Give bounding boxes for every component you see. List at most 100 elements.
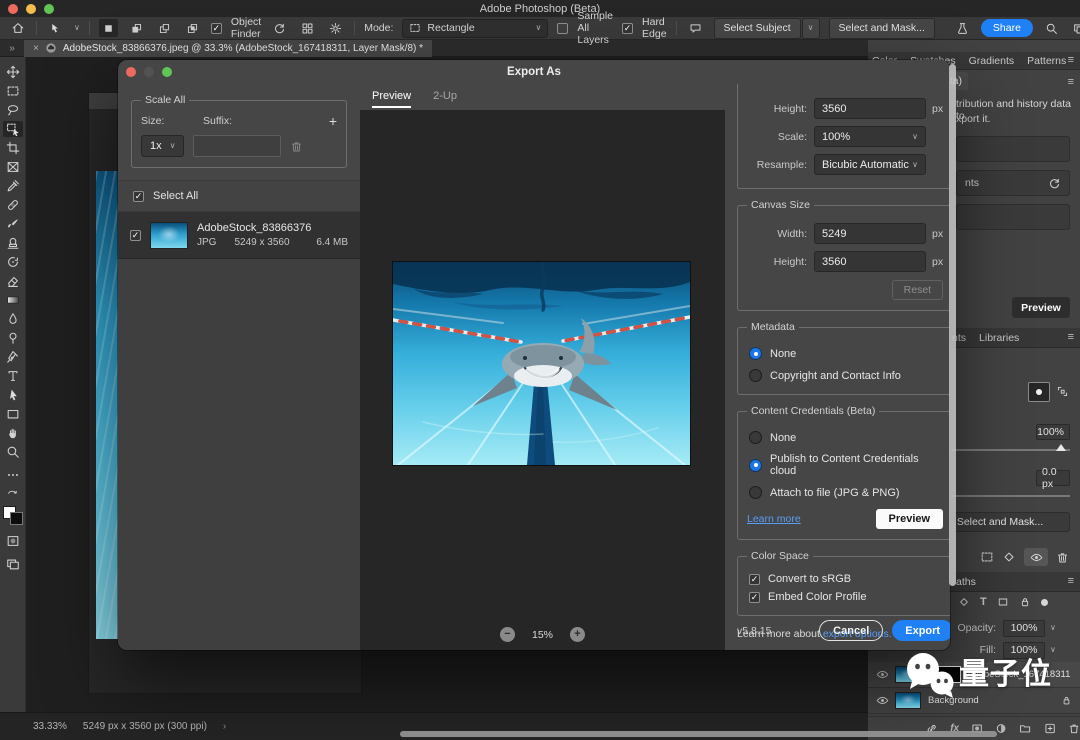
eye-icon[interactable] <box>876 694 889 707</box>
embed-profile-option[interactable]: ✓ Embed Color Profile <box>749 591 941 603</box>
lasso-tool[interactable] <box>3 102 23 118</box>
blur-tool[interactable] <box>3 311 23 327</box>
select-subject-button[interactable]: Select Subject <box>713 17 801 39</box>
overlay-options-icon[interactable] <box>298 19 317 37</box>
chevron-down-icon[interactable]: ∨ <box>1050 624 1056 632</box>
metadata-option-copyright[interactable]: Copyright and Contact Info <box>749 369 941 382</box>
slider-thumb[interactable] <box>1056 444 1066 451</box>
type-tool[interactable] <box>3 368 23 384</box>
embed-profile-checkbox[interactable]: ✓ <box>749 591 760 603</box>
brush-tool[interactable] <box>3 216 23 232</box>
subtract-selection-mode-button[interactable] <box>155 19 174 37</box>
cc-option-none[interactable]: None <box>749 431 941 444</box>
status-chevron-icon[interactable]: › <box>223 721 226 732</box>
status-zoom[interactable]: 33.33% <box>33 721 67 732</box>
mask-mode-icon[interactable] <box>1028 382 1050 402</box>
radio-selected-icon[interactable] <box>749 347 762 360</box>
share-button[interactable]: Share <box>980 19 1033 37</box>
opacity-value[interactable]: 100% <box>1003 619 1045 637</box>
spot-healing-brush-tool[interactable] <box>3 197 23 213</box>
tool-preset-icon[interactable] <box>46 19 65 37</box>
home-icon[interactable] <box>8 19 27 37</box>
hamburger-icon[interactable]: ≡ <box>1068 575 1074 587</box>
resample-select[interactable]: Bicubic Automatic ∨ <box>814 154 926 175</box>
quick-mask-icon[interactable] <box>3 533 23 549</box>
zoom-tool[interactable] <box>3 444 23 460</box>
hard-edge-checkbox[interactable]: ✓ <box>622 22 634 34</box>
export-button[interactable]: Export <box>892 620 950 641</box>
tab-gradients[interactable]: Gradients <box>969 55 1015 67</box>
canvas-width-field[interactable] <box>814 223 926 244</box>
crop-badge-icon[interactable] <box>1053 382 1071 400</box>
move-tool[interactable] <box>3 64 23 80</box>
adjustment-layer-icon[interactable] <box>995 722 1007 735</box>
frame-tool[interactable] <box>3 159 23 175</box>
convert-srgb-option[interactable]: ✓ Convert to sRGB <box>749 573 941 585</box>
select-subject-dropdown[interactable]: ∨ <box>801 17 820 39</box>
tab-preview[interactable]: Preview <box>372 84 412 108</box>
sample-all-layers-checkbox[interactable] <box>557 22 569 34</box>
scale-select[interactable]: 100% ∨ <box>814 126 926 147</box>
suffix-input[interactable] <box>193 135 282 157</box>
height-field[interactable] <box>814 98 926 119</box>
radio-icon[interactable] <box>749 369 762 382</box>
document-tab[interactable]: × AdobeStock_83866376.jpeg @ 33.3% (Adob… <box>24 39 433 57</box>
panel-preview-button[interactable]: Preview <box>1012 297 1070 318</box>
toolbar-overflow-icon[interactable]: » <box>0 43 24 54</box>
feedback-icon[interactable] <box>686 19 705 37</box>
tab-2up[interactable]: 2-Up <box>433 84 457 108</box>
density-value[interactable]: 100% <box>1036 424 1070 440</box>
lock-type-icon[interactable]: T <box>980 596 987 608</box>
canvas-height-field[interactable] <box>814 251 926 272</box>
hamburger-icon[interactable]: ≡ <box>1068 76 1074 88</box>
trash-icon[interactable] <box>1056 551 1069 564</box>
select-all-checkbox[interactable]: ✓ <box>133 190 144 202</box>
file-list-item[interactable]: ✓ AdobeStock_83866376 JPG 5249 x 3560 6.… <box>118 212 360 259</box>
vertical-scrollbar[interactable] <box>949 64 956 586</box>
eyedropper-tool[interactable] <box>3 178 23 194</box>
zoom-in-button[interactable]: + <box>570 627 585 642</box>
cancel-button[interactable]: Cancel <box>819 620 884 641</box>
tab-libraries[interactable]: Libraries <box>979 332 1019 344</box>
eye-icon[interactable] <box>876 668 889 681</box>
gradient-tool[interactable] <box>3 292 23 308</box>
pen-tool[interactable] <box>3 349 23 365</box>
lock-position-icon[interactable] <box>997 596 1009 608</box>
screen-mode-icon[interactable] <box>1070 19 1080 37</box>
preview-image[interactable] <box>391 260 692 466</box>
new-layer-icon[interactable] <box>1044 722 1056 735</box>
metadata-option-none[interactable]: None <box>749 347 941 360</box>
radio-icon[interactable] <box>749 431 762 444</box>
select-and-mask-button[interactable]: Select and Mask... <box>828 17 935 39</box>
path-selection-tool[interactable] <box>3 387 23 403</box>
object-selection-tool[interactable] <box>2 121 23 137</box>
mode-select[interactable]: Rectangle ∨ <box>402 18 549 38</box>
convert-srgb-checkbox[interactable]: ✓ <box>749 573 760 585</box>
edit-toolbar-icon[interactable] <box>3 467 23 483</box>
hand-tool[interactable] <box>3 425 23 441</box>
background-color-swatch[interactable] <box>9 512 23 525</box>
color-swatches[interactable] <box>2 502 23 525</box>
add-scale-button[interactable]: + <box>329 113 337 129</box>
zoom-out-button[interactable]: − <box>499 627 515 642</box>
cc-option-publish[interactable]: Publish to Content Credentials cloud <box>749 453 941 477</box>
trash-icon[interactable] <box>1068 722 1080 735</box>
add-selection-mode-button[interactable] <box>127 19 146 37</box>
horizontal-scrollbar[interactable] <box>400 731 997 737</box>
fill-dot-icon[interactable] <box>1040 598 1048 606</box>
panel-button-credentials[interactable]: nts <box>956 170 1070 196</box>
group-folder-icon[interactable] <box>1019 722 1031 735</box>
learn-more-link[interactable]: Learn more <box>747 513 801 525</box>
dodge-tool[interactable] <box>3 330 23 346</box>
dialog-header[interactable]: Export As <box>118 60 950 84</box>
select-all-row[interactable]: ✓ Select All <box>118 180 360 212</box>
lock-all-icon[interactable] <box>1019 596 1031 608</box>
rectangular-marquee-tool[interactable] <box>3 83 23 99</box>
hamburger-icon[interactable]: ≡ <box>1068 54 1074 66</box>
radio-selected-icon[interactable] <box>749 458 762 472</box>
close-icon[interactable]: × <box>33 43 39 54</box>
invert-icon[interactable] <box>1002 550 1016 564</box>
trash-icon[interactable] <box>290 140 303 153</box>
selection-icon[interactable] <box>980 550 994 564</box>
object-finder-checkbox[interactable]: ✓ <box>210 22 222 34</box>
